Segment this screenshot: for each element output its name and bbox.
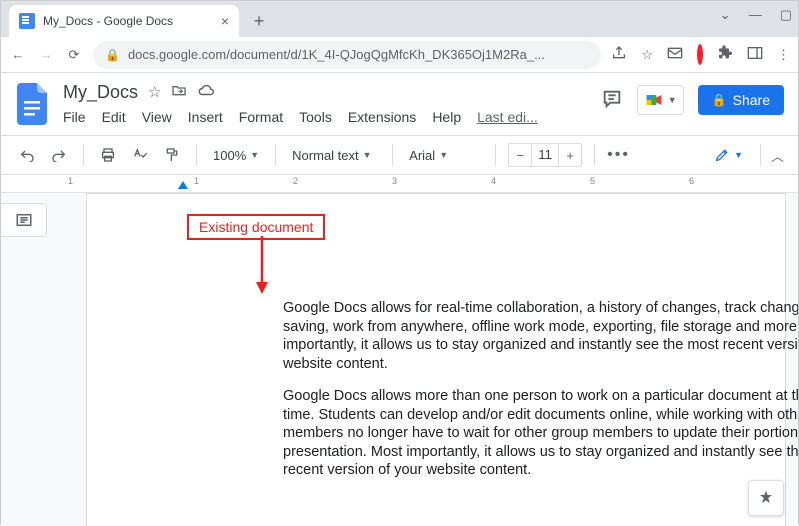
- caret-down-icon[interactable]: ⌄: [720, 7, 731, 23]
- spellcheck-icon[interactable]: [128, 143, 152, 167]
- url-input[interactable]: 🔒 docs.google.com/document/d/1K_4I-QJogQ…: [93, 41, 601, 69]
- caret-down-icon: ▼: [439, 150, 448, 160]
- tab-title: My_Docs - Google Docs: [43, 14, 213, 28]
- address-bar: ← → ⟳ 🔒 docs.google.com/document/d/1K_4I…: [1, 37, 798, 73]
- zoom-value: 100%: [213, 148, 246, 163]
- lock-icon: 🔒: [105, 48, 120, 62]
- window-controls: ⌄ ― ▢: [720, 7, 792, 23]
- menu-view[interactable]: View: [142, 109, 172, 125]
- minimize-icon[interactable]: ―: [749, 7, 762, 23]
- font-size-control: − 11 +: [508, 143, 582, 167]
- cloud-status-icon[interactable]: [197, 83, 215, 101]
- share-label: Share: [733, 92, 770, 108]
- toolbar: 100% ▼ Normal text ▼ Arial ▼ − 11 + ••• …: [1, 135, 798, 175]
- ruler-num: 1: [194, 176, 199, 186]
- mail-icon[interactable]: [667, 46, 683, 63]
- menu-bar: File Edit View Insert Format Tools Exten…: [63, 105, 589, 125]
- collapse-toolbar-icon[interactable]: ︿: [771, 146, 784, 165]
- lock-icon: 🔒: [712, 93, 727, 107]
- ruler-num: 1: [68, 176, 73, 186]
- ruler-num: 5: [590, 176, 595, 186]
- header-actions: ▼ 🔒 Share: [601, 85, 784, 115]
- font-size-increase[interactable]: +: [559, 144, 581, 166]
- indent-marker-icon[interactable]: [178, 181, 188, 189]
- meet-button[interactable]: ▼: [637, 85, 684, 115]
- ruler-num: 2: [293, 176, 298, 186]
- ruler-num: 6: [689, 176, 694, 186]
- browser-tab[interactable]: My_Docs - Google Docs ×: [9, 5, 239, 37]
- ruler-num: 3: [392, 176, 397, 186]
- redo-icon[interactable]: [47, 144, 71, 166]
- new-tab-button[interactable]: +: [245, 7, 273, 35]
- maximize-icon[interactable]: ▢: [780, 7, 792, 23]
- document-body[interactable]: Google Docs allows for real-time collabo…: [283, 299, 798, 494]
- menu-file[interactable]: File: [63, 109, 86, 125]
- font-value: Arial: [409, 148, 435, 163]
- comments-icon[interactable]: [601, 88, 623, 113]
- back-icon[interactable]: ←: [9, 47, 27, 62]
- docs-favicon: [19, 13, 35, 29]
- sidepanel-icon[interactable]: [747, 46, 763, 63]
- annotation-label: Existing document: [199, 219, 313, 235]
- browser-tab-strip: My_Docs - Google Docs × + ⌄ ― ▢: [1, 1, 798, 37]
- menu-insert[interactable]: Insert: [188, 109, 223, 125]
- menu-edit[interactable]: Edit: [102, 109, 126, 125]
- caret-down-icon: ▼: [250, 150, 259, 160]
- url-text: docs.google.com/document/d/1K_4I-QJogQgM…: [128, 47, 589, 62]
- star-doc-icon[interactable]: ☆: [148, 83, 161, 101]
- reload-icon[interactable]: ⟳: [65, 47, 83, 63]
- paragraph: Google Docs allows more than one person …: [283, 387, 798, 480]
- docs-header: My_Docs ☆ File Edit View Insert Format T…: [1, 73, 798, 127]
- menu-help[interactable]: Help: [432, 109, 461, 125]
- undo-icon[interactable]: [15, 144, 39, 166]
- editing-mode-button[interactable]: ▼: [707, 143, 750, 167]
- menu-dots-icon[interactable]: ⋮: [777, 47, 790, 63]
- caret-down-icon: ▼: [668, 95, 677, 105]
- addr-actions: ☆ ⋮: [611, 45, 790, 64]
- print-icon[interactable]: [96, 143, 120, 167]
- paragraph: Google Docs allows for real-time collabo…: [283, 299, 798, 373]
- menu-format[interactable]: Format: [239, 109, 283, 125]
- share-url-icon[interactable]: [611, 45, 627, 64]
- annotation-arrow-icon: [247, 236, 277, 296]
- docs-logo[interactable]: [15, 81, 51, 127]
- menu-tools[interactable]: Tools: [299, 109, 332, 125]
- style-value: Normal text: [292, 148, 358, 163]
- star-icon[interactable]: ☆: [641, 47, 653, 63]
- explore-button[interactable]: [748, 480, 784, 516]
- document-page[interactable]: Existing document Google Docs allows for…: [86, 193, 786, 526]
- caret-down-icon: ▼: [363, 150, 372, 160]
- font-size-value[interactable]: 11: [531, 144, 559, 166]
- font-dropdown[interactable]: Arial ▼: [405, 148, 483, 163]
- font-size-decrease[interactable]: −: [509, 144, 531, 166]
- extensions-icon[interactable]: [717, 45, 733, 64]
- meet-icon: [644, 90, 664, 110]
- forward-icon[interactable]: →: [37, 47, 55, 62]
- close-tab-icon[interactable]: ×: [221, 13, 229, 29]
- menu-extensions[interactable]: Extensions: [348, 109, 416, 125]
- zoom-dropdown[interactable]: 100% ▼: [209, 148, 263, 163]
- ruler-num: 4: [491, 176, 496, 186]
- title-area: My_Docs ☆ File Edit View Insert Format T…: [63, 79, 589, 125]
- toolbar-more-icon[interactable]: •••: [607, 146, 630, 164]
- ruler[interactable]: 1 1 2 3 4 5 6: [1, 175, 798, 193]
- last-edit-link[interactable]: Last edi...: [477, 109, 538, 125]
- document-area: Existing document Google Docs allows for…: [1, 193, 798, 526]
- paint-format-icon[interactable]: [160, 143, 184, 167]
- share-button[interactable]: 🔒 Share: [698, 85, 784, 115]
- outline-toggle-icon[interactable]: [1, 203, 47, 237]
- style-dropdown[interactable]: Normal text ▼: [288, 148, 380, 163]
- caret-down-icon: ▼: [734, 150, 743, 160]
- opera-icon[interactable]: [697, 47, 703, 62]
- doc-title[interactable]: My_Docs: [63, 82, 138, 103]
- move-doc-icon[interactable]: [171, 83, 187, 101]
